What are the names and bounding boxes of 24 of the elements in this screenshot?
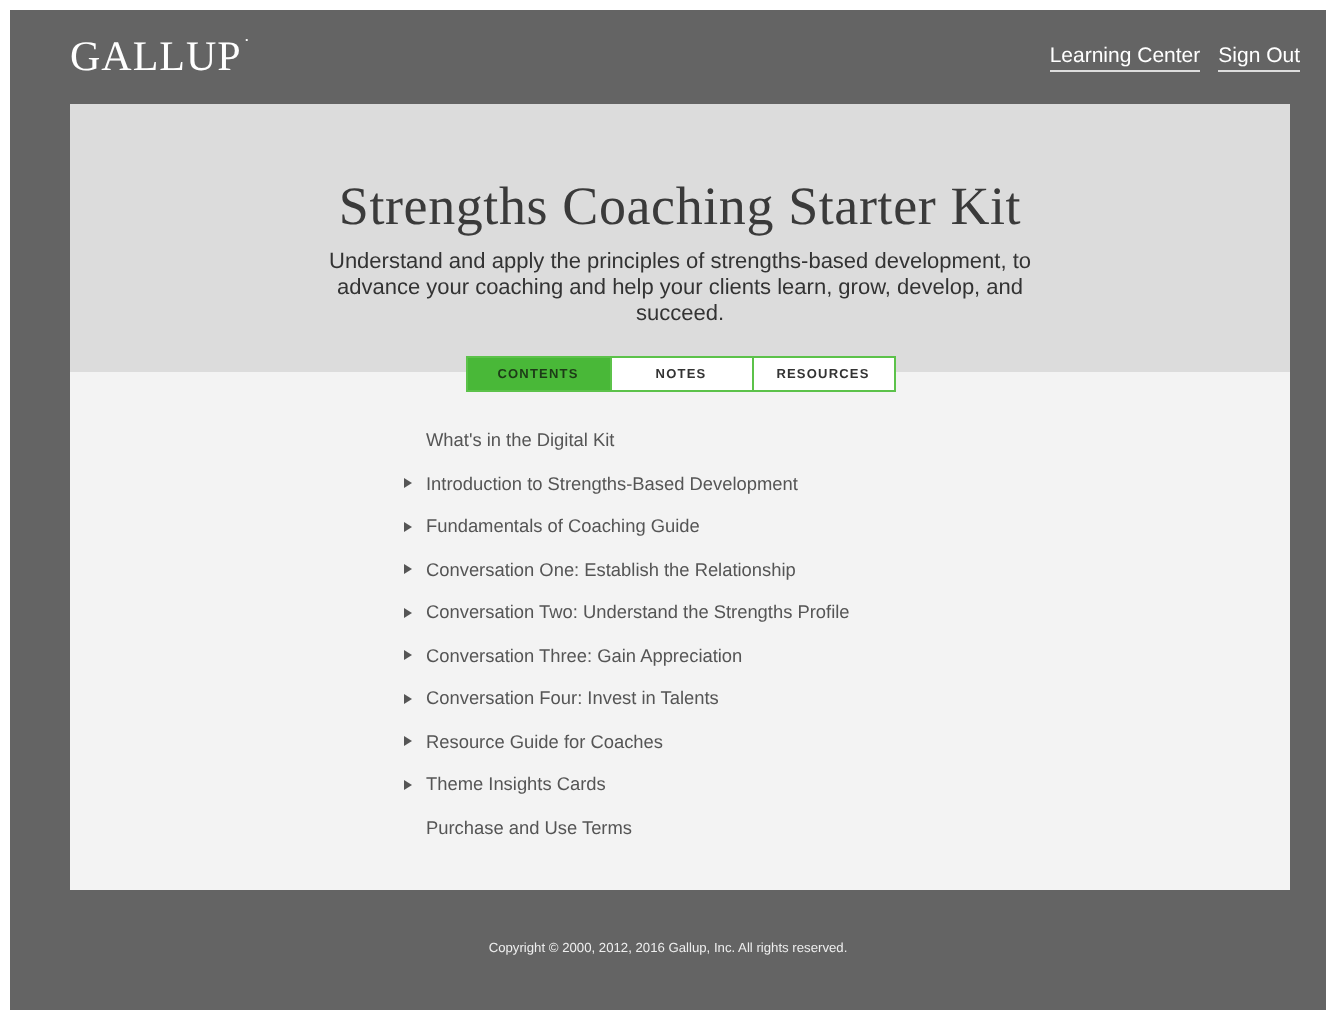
- expand-arrow-icon[interactable]: [404, 779, 412, 789]
- logo-mark: ·: [243, 32, 251, 50]
- contents-link[interactable]: Purchase and Use Terms: [426, 817, 632, 837]
- header-link[interactable]: Sign Out: [1218, 43, 1300, 71]
- contents-link[interactable]: Theme Insights Cards: [426, 774, 606, 794]
- contents-link[interactable]: Conversation Two: Understand the Strengths Profile: [426, 602, 850, 622]
- page-title: Strengths Coaching Starter Kit: [338, 176, 1022, 238]
- contents-link[interactable]: Conversation Three: Gain Appreciation: [426, 645, 743, 665]
- expand-arrow-icon[interactable]: [404, 564, 412, 574]
- contents-link[interactable]: Fundamentals of Coaching Guide: [426, 516, 700, 536]
- contents-link[interactable]: Resource Guide for Coaches: [426, 731, 663, 751]
- contents-link[interactable]: Conversation Four: Invest in Talents: [426, 688, 719, 708]
- contents-link[interactable]: Conversation One: Establish the Relationship: [426, 559, 796, 579]
- header-link[interactable]: Learning Center: [1049, 43, 1201, 71]
- expand-arrow-icon[interactable]: [404, 650, 412, 660]
- contents-link[interactable]: What's in the Digital Kit: [426, 430, 615, 450]
- page-subtitle: Understand and apply the principles of strengths-based development, to advance your coaching and help your clients learn, grow, develop, and succeed.: [327, 250, 1033, 328]
- expand-arrow-icon[interactable]: [404, 693, 412, 703]
- contents-link[interactable]: Introduction to Strengths-Based Development: [426, 473, 798, 493]
- gallup-logo[interactable]: GALLUP: [70, 32, 242, 82]
- expand-arrow-icon[interactable]: [404, 607, 412, 617]
- expand-arrow-icon[interactable]: [404, 736, 412, 746]
- expand-arrow-icon[interactable]: [404, 521, 412, 531]
- expand-arrow-icon[interactable]: [404, 478, 412, 488]
